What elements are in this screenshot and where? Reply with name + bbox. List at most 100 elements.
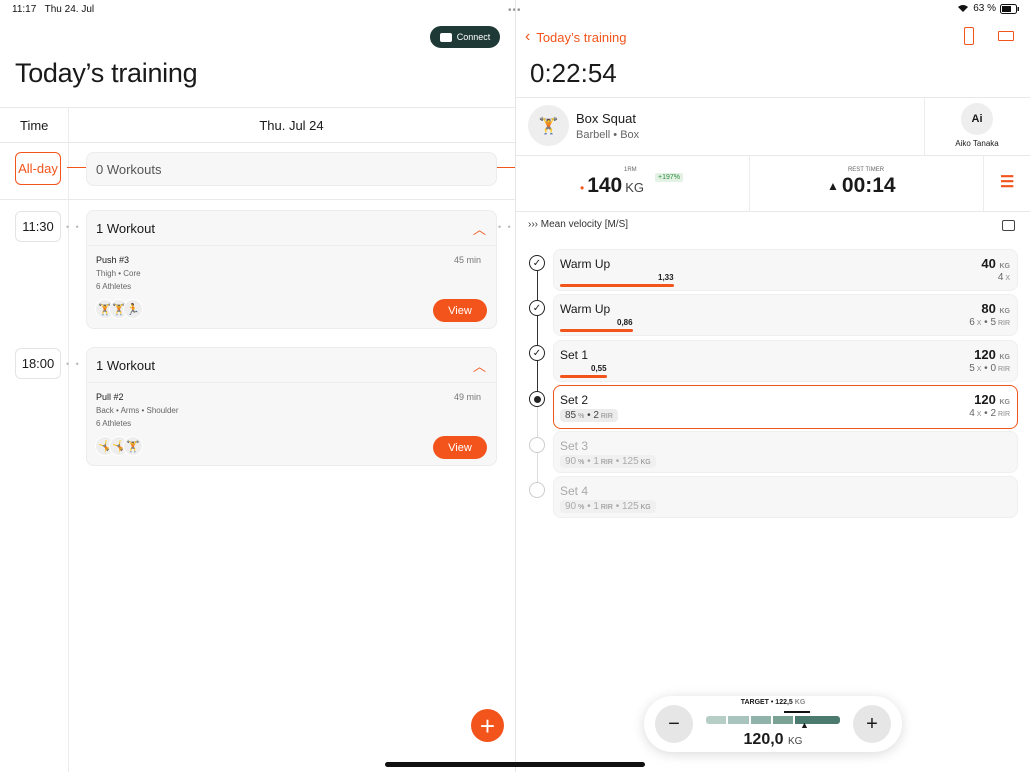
time-column-divider [68, 107, 69, 772]
divider [0, 142, 515, 143]
workout-card[interactable]: 1 Workout ︿ Push #3 45 min Thigh • Core … [86, 210, 497, 329]
set-target: 85 % • 2 RIR [560, 409, 618, 422]
workout-tags: Thigh • Core [96, 269, 141, 278]
back-label: Today’s training [536, 30, 626, 45]
set-name: Warm Up [560, 302, 610, 316]
set-row[interactable]: Warm Up 80 KG 6 X • 5 RIR 0,86 [553, 294, 1018, 336]
set-target: 90 % • 1 RIR • 125 KG [560, 455, 656, 468]
allday-workouts[interactable]: 0 Workouts [86, 152, 497, 186]
workout-card[interactable]: 1 Workout ︿ Pull #2 49 min Back • Arms •… [86, 347, 497, 466]
divider [87, 245, 496, 246]
chevrons-icon: ››› [528, 219, 538, 230]
page-title: Today’s training [15, 58, 197, 89]
set-weight: 120 KG [974, 347, 1010, 362]
current-marker-icon: ▲ [800, 720, 809, 730]
set-row[interactable]: Set 3 90 % • 1 RIR • 125 KG [553, 431, 1018, 473]
set-row-active[interactable]: Set 2 85 % • 2 RIR 120 KG 4 X • 2 RIR [553, 385, 1018, 429]
orm-value: • 140 KG [580, 174, 644, 198]
device-icon[interactable] [964, 27, 974, 45]
divider [0, 107, 515, 108]
connect-label: Connect [457, 32, 491, 42]
connector-dots: • • [498, 222, 513, 232]
pending-set-radio-icon[interactable] [529, 482, 545, 498]
time-chip: 11:30 [15, 211, 61, 242]
allday-chip[interactable]: All-day [15, 152, 61, 185]
ruler-icon[interactable] [998, 31, 1014, 41]
velocity-metric[interactable]: ››› Mean velocity [M/S] [528, 219, 628, 230]
orm-change-badge: +197% [655, 173, 683, 182]
avatar: 🏃 [123, 299, 143, 319]
connector-dots: • • [66, 222, 81, 232]
athlete-avatars: 🤸🤸🏋 [95, 436, 143, 456]
workout-athletes: 6 Athletes [96, 282, 131, 291]
allday-connector [67, 167, 87, 168]
athlete-avatars: 🏋🏋🏃 [95, 299, 143, 319]
session-pane: ‹ Today’s training 0:22:54 🏋 Box Squat B… [516, 0, 1030, 772]
set-weight: 40 KG [981, 256, 1010, 271]
set-reps: 6 X • 5 RIR [969, 317, 1010, 328]
set-row[interactable]: Warm Up 40 KG 4 X 1,33 [553, 249, 1018, 291]
schedule-pane: Connect Today’s training Time Thu. Jul 2… [0, 0, 515, 772]
check-icon[interactable]: ✓ [529, 255, 545, 271]
divider [0, 199, 515, 200]
divider [87, 382, 496, 383]
workout-name: Push #3 [96, 255, 129, 265]
workout-athletes: 6 Athletes [96, 419, 131, 428]
view-button[interactable]: View [433, 436, 487, 459]
divider [749, 155, 750, 211]
divider [516, 211, 1030, 212]
view-button[interactable]: View [433, 299, 487, 322]
workout-duration: 49 min [454, 392, 481, 402]
timeline-line [537, 262, 538, 399]
decrease-weight-button[interactable]: − [655, 705, 693, 743]
home-indicator[interactable] [385, 762, 645, 767]
workout-count: 1 Workout [96, 358, 155, 373]
collapse-chevron-icon[interactable]: ︿ [473, 356, 486, 375]
orm-label: 1RM [624, 167, 637, 173]
set-row[interactable]: Set 1 120 KG 5 X • 0 RIR 0,55 [553, 340, 1018, 382]
plus-icon: + [480, 713, 495, 739]
exercise-name: Box Squat [576, 111, 636, 126]
set-target: 90 % • 1 RIR • 125 KG [560, 500, 656, 513]
set-weight: 120 KG [974, 392, 1010, 407]
connect-icon [440, 33, 452, 42]
set-weight: 80 KG [981, 301, 1010, 316]
set-reps: 4 X • 2 RIR [969, 408, 1010, 419]
increase-weight-button[interactable]: + [853, 705, 891, 743]
divider [516, 155, 1030, 156]
layout-toggle-icon[interactable] [1002, 220, 1015, 231]
chevron-left-icon: ‹ [525, 28, 530, 46]
back-button[interactable]: ‹ Today’s training [525, 28, 626, 46]
workout-duration: 45 min [454, 255, 481, 265]
weight-scale[interactable] [706, 716, 840, 724]
athlete-avatar[interactable]: Ai [961, 103, 993, 135]
divider [924, 97, 925, 155]
divider [983, 155, 984, 211]
target-marker [784, 711, 810, 713]
connector-dots: • • [66, 359, 81, 369]
set-reps: 5 X • 0 RIR [969, 363, 1010, 374]
date-header: Thu. Jul 24 [68, 118, 515, 133]
collapse-chevron-icon[interactable]: ︿ [473, 219, 486, 238]
divider [516, 97, 1030, 98]
velocity-value: 1,33 [658, 273, 674, 282]
set-row[interactable]: Set 4 90 % • 1 RIR • 125 KG [553, 476, 1018, 518]
check-icon[interactable]: ✓ [529, 345, 545, 361]
weight-control: − + TARGET • 122,5 KG ▲ 120,0 KG [644, 696, 902, 752]
workout-tags: Back • Arms • Shoulder [96, 406, 179, 415]
velocity-bar [560, 375, 607, 378]
velocity-value: 0,86 [617, 318, 633, 327]
check-icon[interactable]: ✓ [529, 300, 545, 316]
active-set-radio-icon[interactable] [529, 391, 545, 407]
set-reps: 4 X [998, 272, 1010, 283]
time-chip: 18:00 [15, 348, 61, 379]
pending-set-radio-icon[interactable] [529, 437, 545, 453]
weight-value: 120,0 KG [704, 731, 842, 749]
connect-button[interactable]: Connect [430, 26, 500, 48]
list-icon[interactable]: ☰ [1000, 172, 1014, 192]
workout-count: 1 Workout [96, 221, 155, 236]
add-workout-button[interactable]: + [471, 709, 504, 742]
set-name: Warm Up [560, 257, 610, 271]
session-timer: 0:22:54 [530, 58, 617, 89]
velocity-value: 0,55 [591, 364, 607, 373]
